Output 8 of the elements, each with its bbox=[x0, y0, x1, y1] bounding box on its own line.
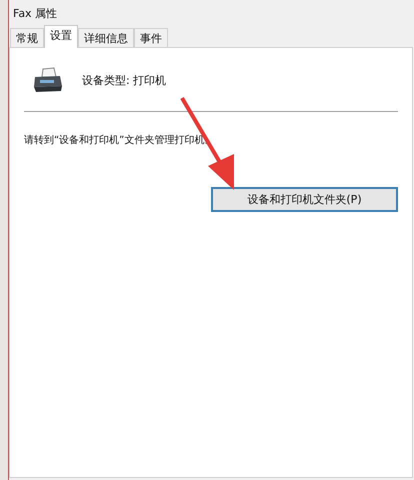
device-type-label: 设备类型: 打印机 bbox=[82, 72, 166, 88]
printer-icon bbox=[32, 67, 64, 93]
tab[interactable]: 常规 bbox=[10, 28, 44, 47]
devices-printers-folder-button[interactable]: 设备和打印机文件夹(P) bbox=[211, 187, 398, 212]
window-title: Fax 属性 bbox=[12, 6, 58, 22]
tab[interactable]: 详细信息 bbox=[78, 28, 134, 47]
tab[interactable]: 事件 bbox=[134, 28, 168, 47]
tab[interactable]: 设置 bbox=[44, 25, 78, 48]
